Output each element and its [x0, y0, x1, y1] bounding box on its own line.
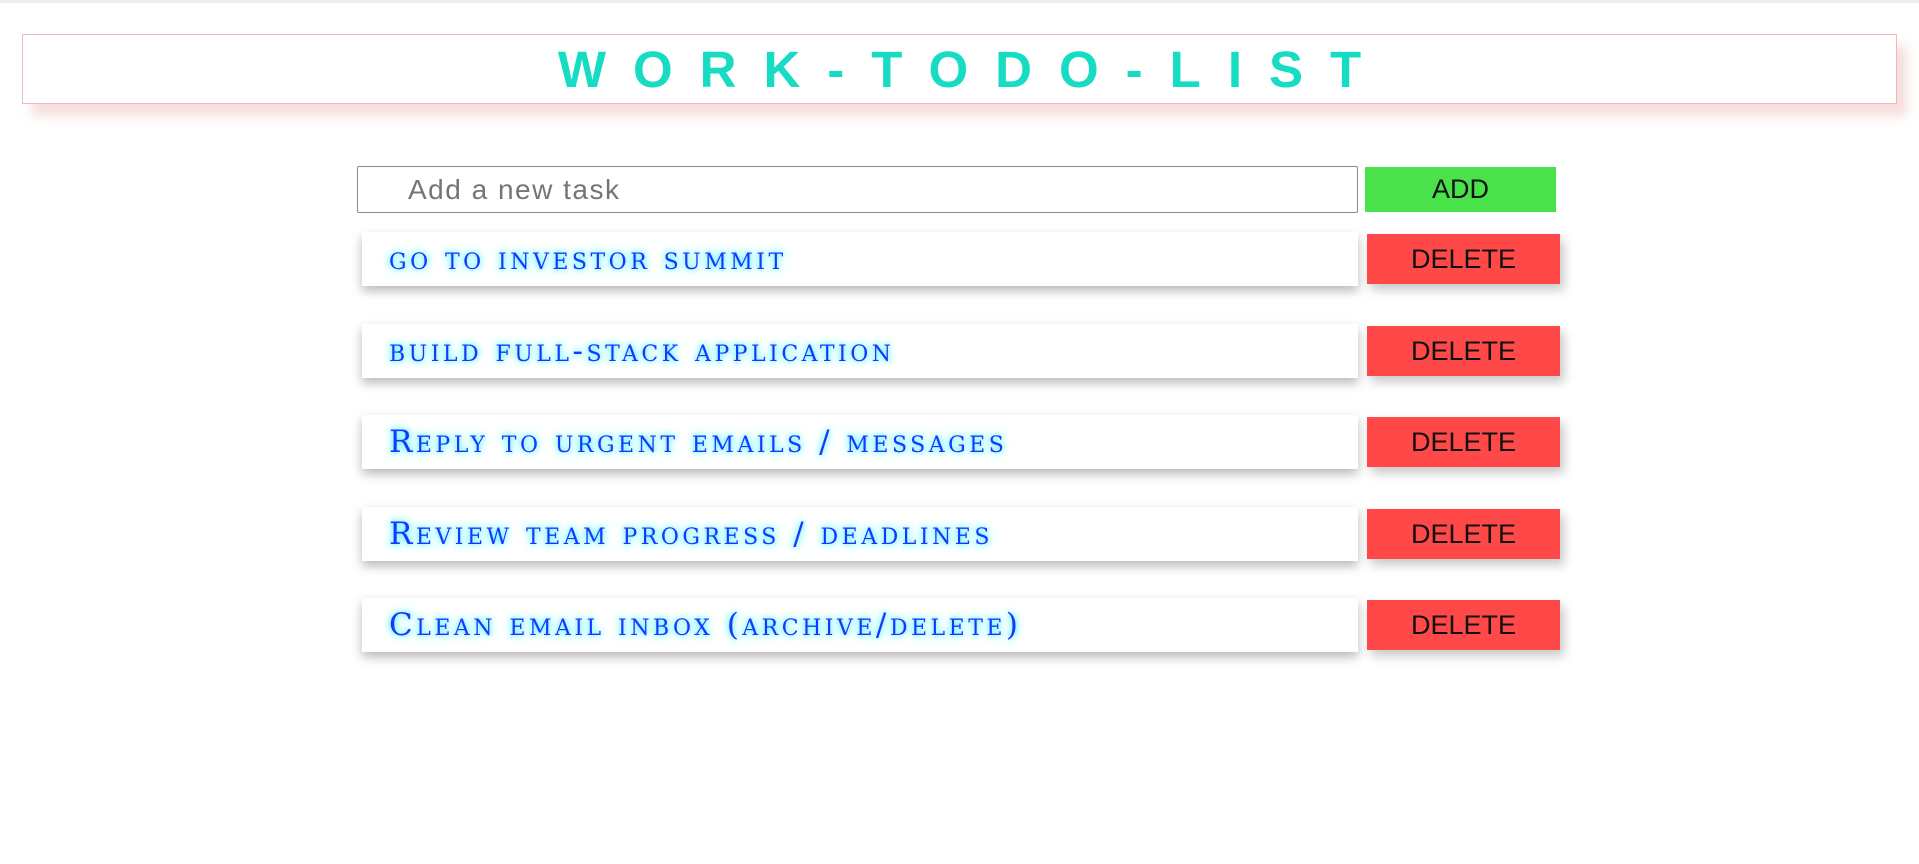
page-header: WORK-TODO-LIST	[22, 34, 1897, 104]
page-title: WORK-TODO-LIST	[557, 40, 1389, 98]
new-task-input[interactable]	[357, 166, 1358, 213]
task-item: build full-stack application DELETE	[362, 324, 1562, 378]
task-text-box: Reply to urgent emails / messages	[362, 415, 1358, 469]
task-text-box: build full-stack application	[362, 324, 1358, 378]
task-text: build full-stack application	[389, 332, 895, 369]
delete-task-button[interactable]: DELETE	[1367, 417, 1560, 467]
task-item: Reply to urgent emails / messages DELETE	[362, 415, 1562, 469]
task-item: Review team progress / deadlines DELETE	[362, 507, 1562, 561]
delete-task-button[interactable]: DELETE	[1367, 326, 1560, 376]
task-text-box: Clean email inbox (archive/delete)	[362, 598, 1358, 652]
task-text: Review team progress / deadlines	[389, 515, 993, 552]
delete-task-button[interactable]: DELETE	[1367, 509, 1560, 559]
task-text-box: go to investor summit	[362, 232, 1358, 286]
task-text: Reply to urgent emails / messages	[389, 423, 1008, 460]
top-divider	[0, 0, 1919, 3]
task-item: go to investor summit DELETE	[362, 232, 1562, 286]
delete-task-button[interactable]: DELETE	[1367, 600, 1560, 650]
task-item: Clean email inbox (archive/delete) DELET…	[362, 598, 1562, 652]
add-task-form: ADD	[357, 166, 1558, 213]
task-text: Clean email inbox (archive/delete)	[389, 606, 1022, 643]
delete-task-button[interactable]: DELETE	[1367, 234, 1560, 284]
task-text: go to investor summit	[389, 240, 787, 277]
add-task-button[interactable]: ADD	[1365, 167, 1556, 212]
task-text-box: Review team progress / deadlines	[362, 507, 1358, 561]
